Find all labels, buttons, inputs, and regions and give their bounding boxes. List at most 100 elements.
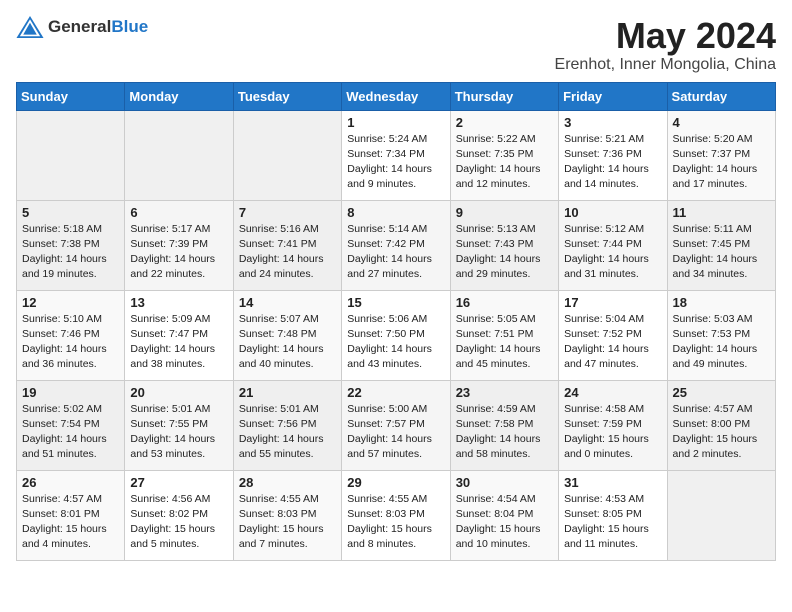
calendar-cell: 1Sunrise: 5:24 AM Sunset: 7:34 PM Daylig… [342, 110, 450, 200]
cell-info: Sunrise: 5:09 AM Sunset: 7:47 PM Dayligh… [130, 312, 227, 373]
day-number: 3 [564, 115, 661, 130]
day-number: 12 [22, 295, 119, 310]
calendar-cell: 2Sunrise: 5:22 AM Sunset: 7:35 PM Daylig… [450, 110, 558, 200]
day-number: 26 [22, 475, 119, 490]
calendar-week-row: 5 Sunrise: 5:18 AM Sunset: 7:38 PM Daylig… [17, 200, 776, 290]
day-number: 14 [239, 295, 336, 310]
cell-info: Sunrise: 4:57 AM Sunset: 8:00 PM Dayligh… [673, 402, 770, 463]
day-number: 8 [347, 205, 444, 220]
calendar-cell: 16 Sunrise: 5:05 AM Sunset: 7:51 PM Dayli… [450, 290, 558, 380]
day-number: 30 [456, 475, 553, 490]
calendar-cell: 28 Sunrise: 4:55 AM Sunset: 8:03 PM Dayli… [233, 470, 341, 560]
day-number: 31 [564, 475, 661, 490]
day-number: 15 [347, 295, 444, 310]
calendar-cell: 31 Sunrise: 4:53 AM Sunset: 8:05 PM Dayli… [559, 470, 667, 560]
cell-info: Sunrise: 4:54 AM Sunset: 8:04 PM Dayligh… [456, 492, 553, 553]
day-number: 19 [22, 385, 119, 400]
calendar-cell: 24Sunrise: 4:58 AM Sunset: 7:59 PM Dayli… [559, 380, 667, 470]
day-number: 6 [130, 205, 227, 220]
calendar-week-row: 26 Sunrise: 4:57 AM Sunset: 8:01 PM Dayli… [17, 470, 776, 560]
day-number: 2 [456, 115, 553, 130]
weekday-header-row: SundayMondayTuesdayWednesdayThursdayFrid… [17, 82, 776, 110]
calendar-table: SundayMondayTuesdayWednesdayThursdayFrid… [16, 82, 776, 561]
weekday-header: Saturday [667, 82, 775, 110]
calendar-cell: 10 Sunrise: 5:12 AM Sunset: 7:44 PM Dayli… [559, 200, 667, 290]
day-number: 22 [347, 385, 444, 400]
calendar-cell: 30 Sunrise: 4:54 AM Sunset: 8:04 PM Dayli… [450, 470, 558, 560]
cell-info: Sunrise: 5:20 AM Sunset: 7:37 PM Dayligh… [673, 132, 770, 193]
calendar-cell [125, 110, 233, 200]
calendar-cell: 23 Sunrise: 4:59 AM Sunset: 7:58 PM Dayli… [450, 380, 558, 470]
title-area: May 2024 Erenhot, Inner Mongolia, China [555, 16, 776, 74]
calendar-cell: 12 Sunrise: 5:10 AM Sunset: 7:46 PM Dayli… [17, 290, 125, 380]
weekday-header: Wednesday [342, 82, 450, 110]
day-number: 13 [130, 295, 227, 310]
calendar-cell: 19 Sunrise: 5:02 AM Sunset: 7:54 PM Dayli… [17, 380, 125, 470]
calendar-cell: 7 Sunrise: 5:16 AM Sunset: 7:41 PM Daylig… [233, 200, 341, 290]
cell-info: Sunrise: 5:18 AM Sunset: 7:38 PM Dayligh… [22, 222, 119, 283]
day-number: 18 [673, 295, 770, 310]
cell-info: Sunrise: 5:01 AM Sunset: 7:56 PM Dayligh… [239, 402, 336, 463]
day-number: 1 [347, 115, 444, 130]
day-number: 16 [456, 295, 553, 310]
day-number: 5 [22, 205, 119, 220]
calendar-cell: 6 Sunrise: 5:17 AM Sunset: 7:39 PM Daylig… [125, 200, 233, 290]
cell-info: Sunrise: 4:55 AM Sunset: 8:03 PM Dayligh… [347, 492, 444, 553]
day-number: 24 [564, 385, 661, 400]
weekday-header: Tuesday [233, 82, 341, 110]
calendar-week-row: 12 Sunrise: 5:10 AM Sunset: 7:46 PM Dayli… [17, 290, 776, 380]
calendar-cell: 14Sunrise: 5:07 AM Sunset: 7:48 PM Dayli… [233, 290, 341, 380]
cell-info: Sunrise: 5:05 AM Sunset: 7:51 PM Dayligh… [456, 312, 553, 373]
calendar-week-row: 19 Sunrise: 5:02 AM Sunset: 7:54 PM Dayli… [17, 380, 776, 470]
cell-info: Sunrise: 5:17 AM Sunset: 7:39 PM Dayligh… [130, 222, 227, 283]
day-number: 28 [239, 475, 336, 490]
cell-info: Sunrise: 5:00 AM Sunset: 7:57 PM Dayligh… [347, 402, 444, 463]
page-header: General Blue May 2024 Erenhot, Inner Mon… [16, 16, 776, 74]
calendar-cell [667, 470, 775, 560]
location-title: Erenhot, Inner Mongolia, China [555, 56, 776, 74]
cell-info: Sunrise: 4:53 AM Sunset: 8:05 PM Dayligh… [564, 492, 661, 553]
weekday-header: Monday [125, 82, 233, 110]
day-number: 25 [673, 385, 770, 400]
month-title: May 2024 [555, 16, 776, 56]
logo-blue: Blue [111, 17, 148, 37]
cell-info: Sunrise: 5:13 AM Sunset: 7:43 PM Dayligh… [456, 222, 553, 283]
cell-info: Sunrise: 5:06 AM Sunset: 7:50 PM Dayligh… [347, 312, 444, 373]
cell-info: Sunrise: 4:57 AM Sunset: 8:01 PM Dayligh… [22, 492, 119, 553]
logo-icon [16, 16, 44, 38]
cell-info: Sunrise: 4:59 AM Sunset: 7:58 PM Dayligh… [456, 402, 553, 463]
cell-info: Sunrise: 5:01 AM Sunset: 7:55 PM Dayligh… [130, 402, 227, 463]
calendar-cell: 15 Sunrise: 5:06 AM Sunset: 7:50 PM Dayli… [342, 290, 450, 380]
cell-info: Sunrise: 5:02 AM Sunset: 7:54 PM Dayligh… [22, 402, 119, 463]
cell-info: Sunrise: 5:04 AM Sunset: 7:52 PM Dayligh… [564, 312, 661, 373]
calendar-cell: 4Sunrise: 5:20 AM Sunset: 7:37 PM Daylig… [667, 110, 775, 200]
logo: General Blue [16, 16, 148, 38]
day-number: 29 [347, 475, 444, 490]
calendar-cell: 20 Sunrise: 5:01 AM Sunset: 7:55 PM Dayli… [125, 380, 233, 470]
calendar-week-row: 1Sunrise: 5:24 AM Sunset: 7:34 PM Daylig… [17, 110, 776, 200]
calendar-cell: 13 Sunrise: 5:09 AM Sunset: 7:47 PM Dayli… [125, 290, 233, 380]
weekday-header: Thursday [450, 82, 558, 110]
calendar-cell: 29 Sunrise: 4:55 AM Sunset: 8:03 PM Dayli… [342, 470, 450, 560]
logo-general: General [48, 17, 111, 37]
cell-info: Sunrise: 4:55 AM Sunset: 8:03 PM Dayligh… [239, 492, 336, 553]
calendar-cell: 17Sunrise: 5:04 AM Sunset: 7:52 PM Dayli… [559, 290, 667, 380]
cell-info: Sunrise: 5:10 AM Sunset: 7:46 PM Dayligh… [22, 312, 119, 373]
day-number: 9 [456, 205, 553, 220]
cell-info: Sunrise: 5:21 AM Sunset: 7:36 PM Dayligh… [564, 132, 661, 193]
calendar-cell: 21 Sunrise: 5:01 AM Sunset: 7:56 PM Dayli… [233, 380, 341, 470]
day-number: 23 [456, 385, 553, 400]
calendar-cell: 25 Sunrise: 4:57 AM Sunset: 8:00 PM Dayli… [667, 380, 775, 470]
calendar-cell: 18Sunrise: 5:03 AM Sunset: 7:53 PM Dayli… [667, 290, 775, 380]
cell-info: Sunrise: 5:12 AM Sunset: 7:44 PM Dayligh… [564, 222, 661, 283]
calendar-cell: 3 Sunrise: 5:21 AM Sunset: 7:36 PM Daylig… [559, 110, 667, 200]
day-number: 21 [239, 385, 336, 400]
calendar-cell: 8Sunrise: 5:14 AM Sunset: 7:42 PM Daylig… [342, 200, 450, 290]
day-number: 7 [239, 205, 336, 220]
calendar-cell [233, 110, 341, 200]
calendar-cell: 9 Sunrise: 5:13 AM Sunset: 7:43 PM Daylig… [450, 200, 558, 290]
calendar-cell: 27Sunrise: 4:56 AM Sunset: 8:02 PM Dayli… [125, 470, 233, 560]
cell-info: Sunrise: 5:16 AM Sunset: 7:41 PM Dayligh… [239, 222, 336, 283]
day-number: 20 [130, 385, 227, 400]
day-number: 10 [564, 205, 661, 220]
